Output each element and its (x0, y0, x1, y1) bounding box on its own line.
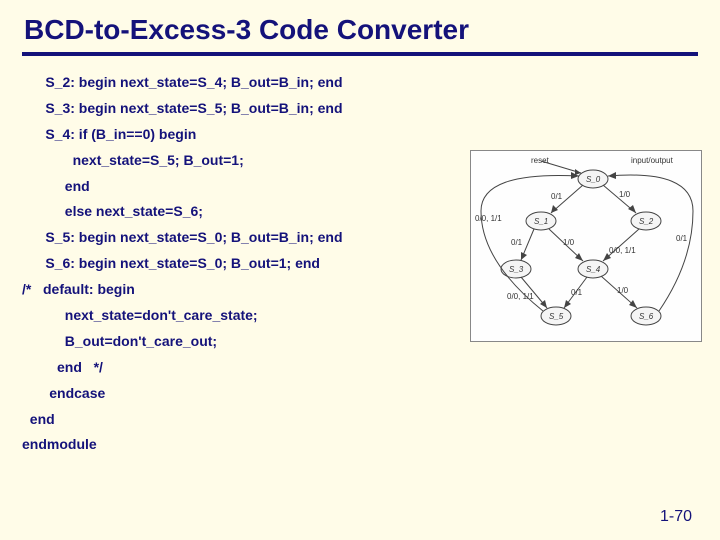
code-line: next_state=S_5; B_out=1; (22, 152, 244, 168)
edge-s1-s3: 0/1 (511, 238, 523, 247)
edge-s0-s2: 1/0 (619, 190, 631, 199)
code-line: S_4: if (B_in==0) begin (22, 126, 196, 142)
code-line: next_state=don't_care_state; (22, 307, 258, 323)
code-line: S_5: begin next_state=S_0; B_out=B_in; e… (22, 229, 343, 245)
slide-title: BCD-to-Excess-3 Code Converter (24, 14, 698, 46)
state-diagram: reset input/output S_0 S_1 S_2 0/1 1/0 S… (470, 150, 702, 342)
reset-label: reset (531, 156, 550, 165)
code-line: end (22, 178, 90, 194)
node-s1: S_1 (534, 217, 548, 226)
node-s0: S_0 (586, 175, 601, 184)
edge-s4-s6: 1/0 (617, 286, 629, 295)
edge-s0-s1: 0/1 (551, 192, 563, 201)
code-line: else next_state=S_6; (22, 203, 203, 219)
code-line: end (22, 411, 55, 427)
node-s5: S_5 (549, 312, 564, 321)
code-line: S_6: begin next_state=S_0; B_out=1; end (22, 255, 320, 271)
node-s3: S_3 (509, 265, 524, 274)
code-line: endmodule (22, 436, 97, 452)
node-s4: S_4 (586, 265, 601, 274)
code-line: /* default: begin (22, 281, 135, 297)
page-number: 1-70 (660, 508, 692, 526)
node-s6: S_6 (639, 312, 654, 321)
edge-s5-s0: 0/0, 1/1 (475, 214, 502, 223)
node-s2: S_2 (639, 217, 654, 226)
edge-s1-s4: 1/0 (563, 238, 575, 247)
edge-s4-s5: 0/1 (571, 288, 583, 297)
code-line: S_3: begin next_state=S_5; B_out=B_in; e… (22, 100, 343, 116)
io-label: input/output (631, 156, 674, 165)
edge-s6-s0: 0/1 (676, 234, 688, 243)
title-divider (22, 52, 698, 56)
code-line: S_2: begin next_state=S_4; B_out=B_in; e… (22, 74, 343, 90)
edge-s2-s4: 0/0, 1/1 (609, 246, 636, 255)
code-line: endcase (22, 385, 105, 401)
code-line: end */ (22, 359, 103, 375)
code-line: B_out=don't_care_out; (22, 333, 217, 349)
